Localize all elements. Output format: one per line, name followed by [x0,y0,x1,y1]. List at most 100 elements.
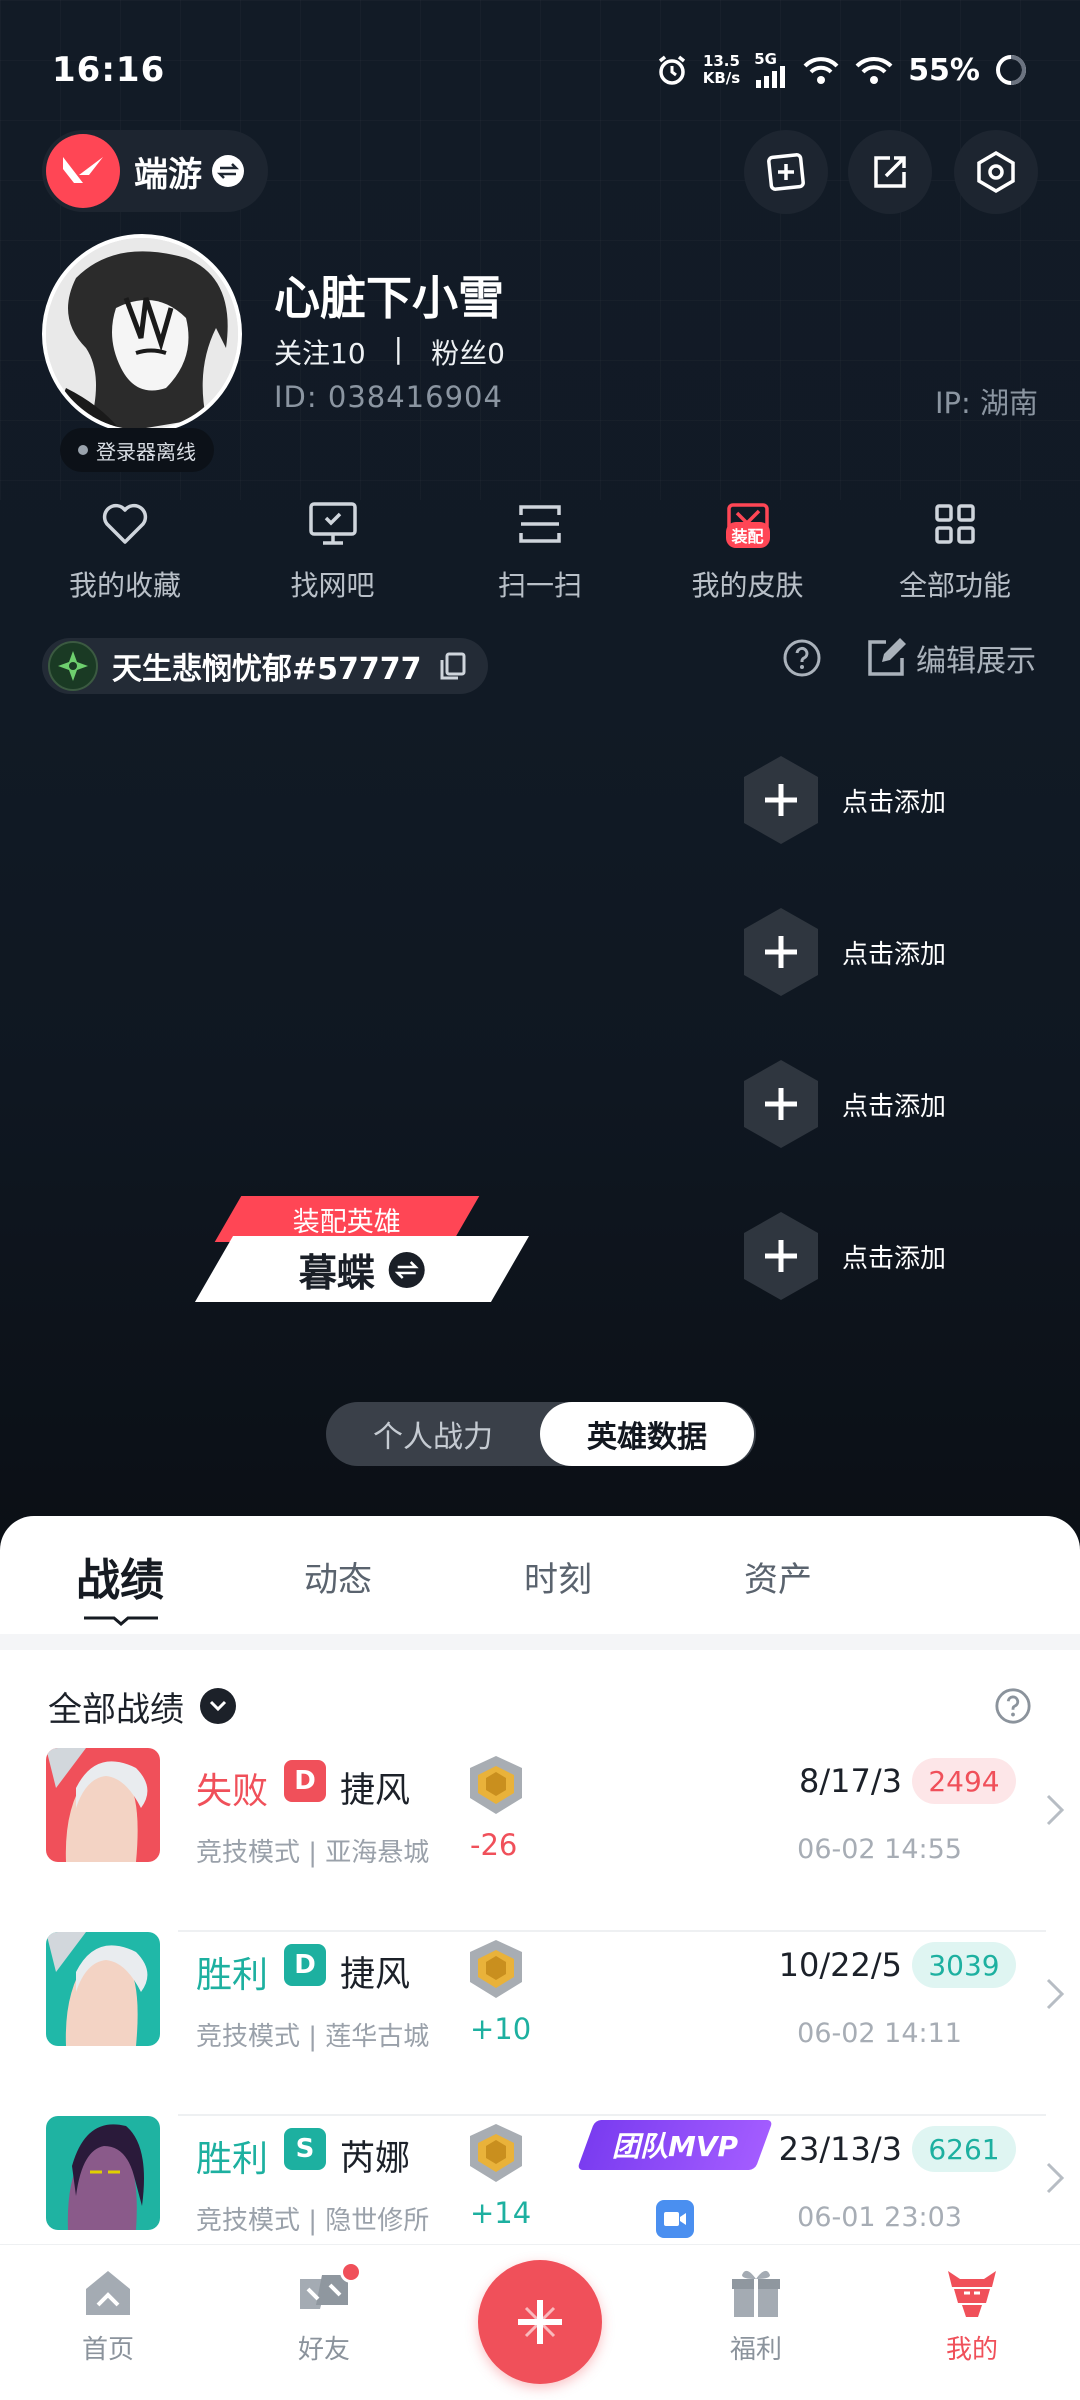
match-time: 06-02 14:11 [797,2018,962,2049]
add-hex-icon [744,1060,818,1148]
tab-indicator [84,1616,158,1626]
home-icon [86,2271,130,2315]
tab-assets[interactable]: 资产 [744,1552,812,1601]
status-time: 16:16 [52,50,166,90]
add-hex-icon [744,756,818,844]
fans-stat[interactable]: 粉丝0 [431,332,505,372]
notification-dot [340,2261,362,2283]
quick-item-netcafe[interactable]: 找网吧 [238,496,428,604]
quick-item-skins[interactable]: 装配 我的皮肤 [653,496,843,604]
nav-welfare[interactable]: 福利 [696,2265,816,2366]
tab-moments[interactable]: 时刻 [524,1552,592,1601]
rr-change: +10 [470,2012,532,2046]
filter-dropdown[interactable]: 全部战绩 [48,1682,236,1731]
quick-item-scan[interactable]: 扫一扫 [445,496,635,604]
match-mode-map: 竞技模式 | 隐世修所 [196,2206,430,2236]
following-stat[interactable]: 关注10 [274,332,366,372]
match-mode-map: 竞技模式 | 亚海悬城 [196,1838,430,1868]
riot-id-text: 天生悲悯忧郁#57777 [112,652,422,687]
records-sheet: 战绩 动态 时刻 资产 全部战绩 失败 D 捷风 竞技模式 | 亚海悬城 -26… [0,1516,1080,2244]
nav-me[interactable]: 我的 [912,2265,1032,2366]
kda: 8/17/3 [799,1762,902,1800]
team-mvp-badge: 团队MVP [576,2120,774,2170]
add-hex-icon [744,908,818,996]
quick-item-favorites[interactable]: 我的收藏 [30,496,220,604]
agent-avatar [46,2116,160,2230]
agent-name: 芮娜 [340,2139,411,2179]
user-name: 心脏下小雪 [274,271,504,325]
follow-stats: 关注10 | 粉丝0 [274,332,505,372]
riot-id-chip[interactable]: 天生悲悯忧郁#57777 [42,638,488,694]
chevron-right-icon [1046,1794,1065,1826]
stat-separator: | [393,332,404,365]
help-icon[interactable] [782,638,822,678]
rank-gold-icon [470,1940,522,1998]
gift-icon [732,2270,780,2317]
video-icon[interactable] [656,2200,694,2238]
help-icon[interactable] [994,1687,1032,1725]
equipped-hero-button[interactable]: 暮蝶 [194,1236,530,1302]
agent-avatar [46,1748,160,1862]
create-post-button[interactable] [478,2260,602,2384]
tabs-divider [0,1634,1080,1650]
match-row[interactable]: 失败 D 捷风 竞技模式 | 亚海悬城 -26 8/17/3 2494 06-0… [46,1748,1065,1932]
status-bar: 16:16 13.5 KB/s 5G 55% [52,40,1028,100]
wifi-icon [855,56,893,84]
match-result: 胜利 [196,1955,269,1996]
match-time: 06-01 23:03 [797,2202,962,2233]
nav-friends[interactable]: 好友 [264,2261,384,2366]
edit-show-button[interactable]: 编辑展示 [866,636,1036,680]
add-slot[interactable]: 点击添加 [740,1210,946,1302]
match-result: 胜利 [196,2139,269,2180]
chevron-right-icon [1046,1978,1065,2010]
add-slot[interactable]: 点击添加 [740,906,946,998]
add-slot[interactable]: 点击添加 [740,1058,946,1150]
share-button[interactable] [848,130,932,214]
add-card-button[interactable] [744,130,828,214]
add-slot[interactable]: 点击添加 [740,754,946,846]
battery-ring-icon [996,55,1026,85]
game-switch-button[interactable]: 端游 [42,130,268,212]
monitor-icon [305,496,361,552]
copy-icon[interactable] [438,651,468,681]
segment-personal-power[interactable]: 个人战力 [326,1402,540,1466]
score-badge: 6261 [912,2126,1016,2172]
segment-hero-data[interactable]: 英雄数据 [540,1402,754,1466]
switch-icon [212,155,244,187]
agent-name: 捷风 [340,1771,411,1811]
match-result: 失败 [196,1771,269,1812]
data-segment-toggle: 个人战力 英雄数据 [326,1402,756,1466]
scan-icon [512,496,568,552]
share-icon [874,156,906,188]
match-time: 06-02 14:55 [797,1834,962,1865]
filter-row: 全部战绩 [48,1666,1032,1746]
agent-name: 捷风 [340,1955,411,1995]
chevron-down-icon [200,1688,236,1724]
net-speed: 13.5 KB/s [702,52,741,87]
grid-icon [927,496,983,552]
equip-tag: 装配 [725,522,770,548]
quick-item-all[interactable]: 全部功能 [860,496,1050,604]
rr-change: +14 [470,2196,532,2230]
nav-home[interactable]: 首页 [48,2265,168,2366]
kda: 23/13/3 [778,2130,902,2168]
rank-gold-icon [470,1756,522,1814]
settings-hex-icon [977,150,1015,194]
add-hex-icon [744,1212,818,1300]
game-name: 端游 [134,154,202,195]
avatar[interactable] [42,234,242,434]
switch-icon [389,1251,425,1287]
settings-button[interactable] [954,130,1038,214]
edit-icon [868,638,906,676]
status-dot [78,445,88,455]
valorant-logo-icon [46,134,120,208]
tab-activity[interactable]: 动态 [304,1552,372,1601]
kda: 10/22/5 [778,1946,902,1984]
records-tabs: 战绩 动态 时刻 资产 [0,1516,1080,1634]
score-badge: 2494 [912,1758,1016,1804]
status-icons: 13.5 KB/s 5G 55% [655,52,1028,88]
cell-signal-icon: 5G [754,52,788,88]
login-status-badge: 登录器离线 [60,428,214,472]
match-row[interactable]: 胜利 D 捷风 竞技模式 | 莲华古城 +10 10/22/5 3039 06-… [46,1932,1065,2116]
tab-records[interactable]: 战绩 [76,1544,164,1608]
